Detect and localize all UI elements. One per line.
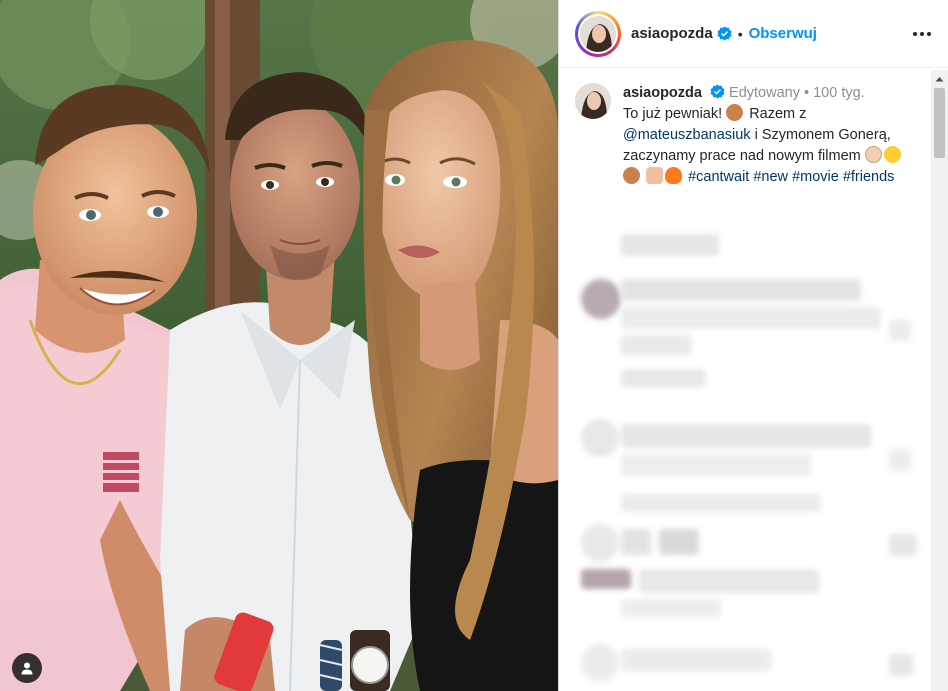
user-tag-icon — [21, 662, 33, 675]
comments-scrollbar[interactable] — [931, 70, 948, 691]
author-avatar-story-ring[interactable] — [575, 10, 621, 57]
post-age[interactable]: 100 tyg. — [813, 85, 865, 101]
blurred-block — [621, 649, 771, 671]
verified-badge-icon — [717, 26, 732, 41]
hashtag-link[interactable]: #movie — [792, 169, 839, 185]
follow-button[interactable]: Obserwuj — [749, 25, 817, 42]
fire-emoji-icon — [665, 167, 683, 184]
blurred-block — [621, 369, 706, 387]
caption-avatar[interactable] — [575, 83, 611, 119]
edited-label: Edytowany — [729, 85, 800, 101]
hashtag-link[interactable]: #new — [753, 169, 788, 185]
face-with-hand-emoji-icon — [864, 146, 882, 163]
blurred-block — [581, 569, 631, 589]
blurred-block — [621, 529, 651, 555]
more-options-button[interactable] — [910, 22, 934, 46]
blurred-block — [621, 424, 871, 448]
author-username[interactable]: asiaopozda — [631, 25, 713, 42]
see-no-evil-monkey-emoji-icon — [726, 104, 744, 121]
see-no-evil-monkey-emoji-icon — [623, 167, 640, 184]
avatar — [580, 15, 616, 52]
instagram-post-view: asiaopozda • Obserwuj asiaopozda Edytowa… — [0, 0, 948, 691]
tagged-users-button[interactable] — [12, 653, 42, 683]
comments-list[interactable]: asiaopozda Edytowany • 100 tyg. To już p… — [559, 69, 948, 691]
grinning-face-emoji-icon — [883, 146, 901, 163]
more-options-icon — [913, 31, 931, 36]
blurred-block — [621, 599, 721, 617]
verified-badge-icon — [710, 84, 725, 99]
scroll-up-button[interactable] — [931, 70, 948, 87]
blurred-avatar — [581, 524, 619, 562]
hashtag-link[interactable]: #friends — [843, 169, 895, 185]
blurred-block — [639, 569, 819, 593]
blurred-block — [621, 307, 881, 329]
caption-razem: Razem z — [749, 106, 807, 122]
fingers-crossed-emoji-icon — [646, 167, 664, 184]
photo-illustration — [0, 0, 558, 691]
blurred-block — [889, 534, 917, 556]
hashtag-link[interactable]: #cantwait — [688, 169, 749, 185]
blurred-block — [621, 494, 821, 512]
blurred-avatar — [581, 419, 619, 457]
caption-username[interactable]: asiaopozda — [623, 85, 702, 101]
header-separator: • — [737, 25, 743, 42]
blurred-avatar — [581, 644, 619, 682]
blurred-block — [621, 454, 811, 476]
blurred-block — [889, 449, 911, 471]
post-side-panel: asiaopozda • Obserwuj asiaopozda Edytowa… — [558, 0, 948, 691]
scrollbar-thumb[interactable] — [934, 88, 945, 158]
blurred-block — [621, 234, 719, 256]
post-photo[interactable] — [0, 0, 558, 691]
caption-line-1: To już pewniak! — [623, 106, 723, 122]
blurred-block — [659, 529, 699, 555]
caption-meta-separator: • — [804, 85, 810, 101]
blurred-block — [889, 319, 911, 341]
caption-text: asiaopozda Edytowany • 100 tyg. To już p… — [623, 83, 920, 188]
blurred-avatar — [581, 279, 621, 319]
scroll-up-arrow-icon — [935, 76, 944, 81]
blurred-block — [621, 279, 861, 301]
mention-link[interactable]: @mateuszbanasiuk — [623, 127, 751, 143]
blurred-block — [621, 335, 691, 355]
post-header: asiaopozda • Obserwuj — [559, 0, 948, 68]
blurred-block — [889, 654, 913, 676]
post-caption: asiaopozda Edytowany • 100 tyg. To już p… — [559, 69, 948, 202]
